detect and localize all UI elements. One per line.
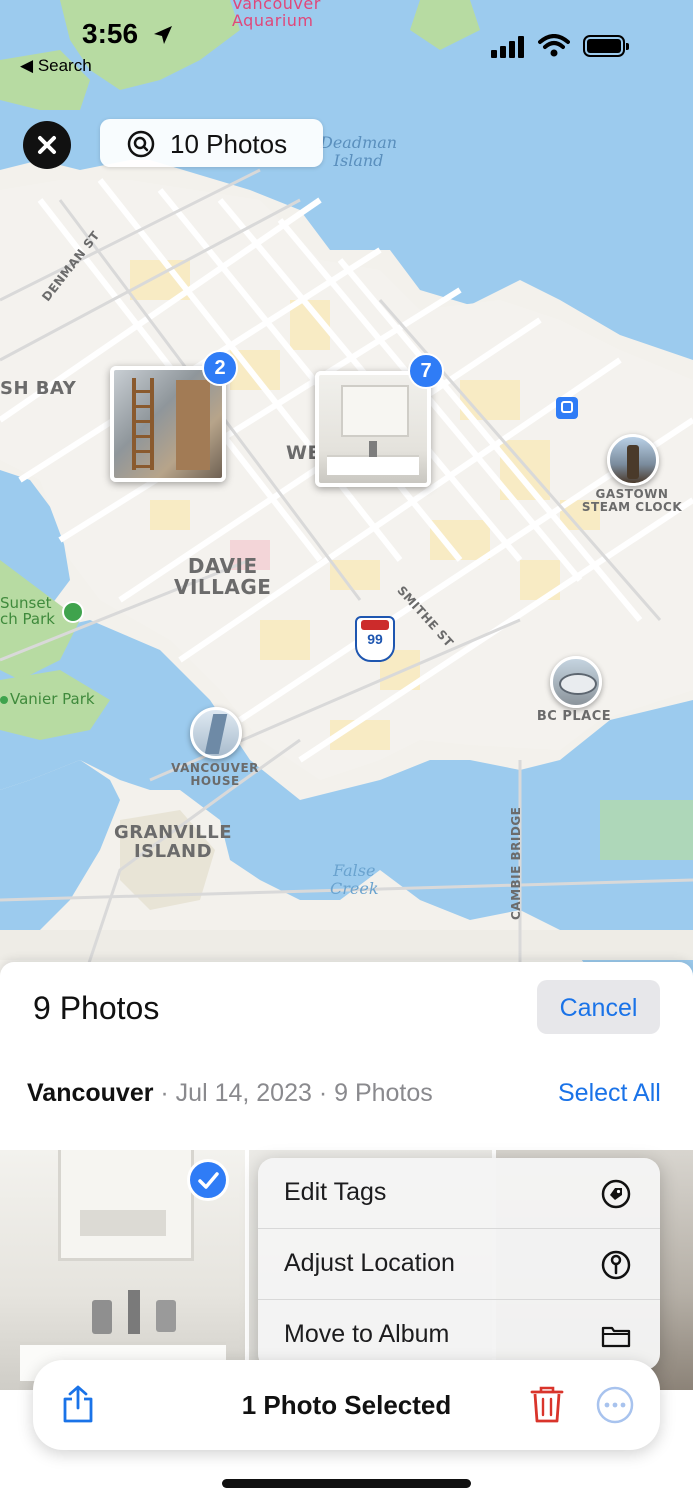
tower-shape	[204, 714, 228, 754]
vanier-park-label: Vanier Park	[0, 690, 95, 708]
sink-shape	[327, 455, 419, 475]
cabinet-shape	[341, 385, 409, 437]
cancel-label: Cancel	[559, 994, 638, 1022]
selection-toolbar: 1 Photo Selected	[33, 1360, 660, 1450]
vanhouse-line1: VANCOUVER	[171, 761, 259, 775]
highway-number: 99	[367, 631, 383, 647]
delete-button[interactable]	[529, 1384, 565, 1424]
search-photos-icon	[127, 130, 155, 158]
shelf-shape	[80, 1210, 166, 1236]
granville-line2: ISLAND	[133, 840, 213, 862]
bay-label: SH BAY	[0, 378, 77, 399]
door-shape	[176, 380, 210, 470]
photos-sheet: 9 Photos Cancel Vancouver · Jul 14, 2023…	[0, 962, 693, 1500]
gastown-line1: GASTOWN	[595, 487, 669, 501]
vanier-text: Vanier Park	[10, 690, 95, 708]
transit-station-icon	[556, 397, 578, 419]
false-creek-line2: Creek	[330, 878, 379, 898]
davie-line2: VILLAGE	[174, 575, 272, 599]
close-map-button[interactable]	[23, 121, 71, 169]
aquarium-label-line2: Aquarium	[232, 10, 314, 30]
gastown-label: GASTOWN STEAM CLOCK	[576, 488, 688, 513]
gastown-line2: STEAM CLOCK	[581, 499, 683, 514]
cluster-count-badge: 7	[408, 353, 444, 389]
steam-clock-shape	[627, 445, 639, 479]
close-icon	[38, 136, 56, 154]
group-location: Vancouver	[27, 1079, 154, 1107]
vanhouse-line2: HOUSE	[190, 773, 240, 788]
menu-item-edit-tags[interactable]: Edit Tags	[258, 1158, 660, 1229]
folder-icon	[601, 1326, 631, 1348]
highway-99-shield: 99	[355, 616, 395, 662]
group-meta: · Jul 14, 2023 · 9 Photos	[153, 1079, 433, 1107]
menu-item-adjust-location[interactable]: Adjust Location	[258, 1229, 660, 1300]
cluster-count-badge: 2	[202, 350, 238, 386]
aquarium-label: Vancouver Aquarium	[232, 0, 321, 30]
vancouver-house-photo-pin[interactable]	[190, 707, 242, 759]
battery-icon	[583, 35, 629, 57]
transit-train-shape	[561, 401, 573, 413]
cancel-button[interactable]: Cancel	[537, 980, 660, 1034]
cambie-bridge-label: CAMBIE BRIDGE	[509, 806, 523, 920]
photos-count-pill[interactable]: 10 Photos	[100, 119, 323, 167]
location-arrow-icon	[154, 26, 172, 44]
bc-place-label: BC PLACE	[536, 709, 612, 724]
photos-count-label: 10 Photos	[170, 129, 288, 159]
map-view[interactable]: Vancouver Aquarium Deadman Island DENMAN…	[0, 0, 693, 985]
location-pin-icon	[601, 1250, 631, 1280]
group-header: Vancouver · Jul 14, 2023 · 9 Photos	[27, 1079, 433, 1108]
select-all-button[interactable]: Select All	[558, 1079, 661, 1108]
back-label: Search	[37, 56, 92, 75]
menu-item-label: Adjust Location	[284, 1249, 455, 1277]
gastown-photo-pin[interactable]	[607, 434, 659, 486]
stadium-shape	[559, 673, 597, 695]
wifi-icon	[538, 34, 570, 57]
cellular-signal-icon	[491, 36, 524, 58]
deadman-label-line1: Deadman	[320, 133, 398, 152]
cup-shape	[156, 1300, 176, 1332]
granville-island-label: GRANVILLE ISLAND	[114, 823, 232, 862]
false-creek-line1: False	[333, 861, 376, 880]
check-glyph	[198, 1172, 219, 1189]
back-to-search-link[interactable]: ◀ Search	[20, 56, 92, 76]
faucet-shape	[128, 1290, 140, 1334]
bc-place-photo-pin[interactable]	[550, 656, 602, 708]
park-marker-icon	[62, 601, 84, 623]
soap-bottle-shape	[92, 1300, 112, 1334]
faucet-shape	[369, 441, 377, 457]
davie-village-label: DAVIE VILLAGE	[174, 556, 271, 598]
status-time: 3:56	[82, 18, 139, 49]
cabinet-shape	[58, 1150, 194, 1261]
tag-icon	[601, 1179, 631, 1209]
battery-fill	[587, 39, 621, 53]
menu-item-label: Edit Tags	[284, 1178, 387, 1206]
davie-line1: DAVIE	[187, 554, 258, 578]
vancouver-house-label: VANCOUVER HOUSE	[166, 762, 264, 787]
selected-count-label: 1 Photo Selected	[241, 1390, 452, 1420]
photo-cluster-construction[interactable]	[110, 366, 226, 482]
menu-item-label: Move to Album	[284, 1320, 450, 1348]
context-menu: Edit Tags Adjust Location Move to Album	[258, 1158, 660, 1370]
highway-shield-top	[361, 620, 389, 630]
vanier-park-dot-icon	[0, 696, 8, 704]
selected-checkmark-icon	[187, 1159, 229, 1201]
battery-cap	[626, 43, 629, 50]
ladder-shape	[132, 378, 154, 470]
more-options-button[interactable]	[595, 1385, 635, 1425]
deadman-label-line2: Island	[333, 150, 384, 170]
home-indicator	[222, 1479, 471, 1488]
false-creek-label: False Creek	[330, 862, 379, 897]
photo-cluster-bathroom[interactable]	[315, 371, 431, 487]
deadman-island-label: Deadman Island	[320, 134, 397, 169]
sunset-line2: ch Park	[0, 609, 55, 628]
sunset-park-label: Sunset ch Park	[0, 595, 55, 628]
sheet-title: 9 Photos	[33, 990, 160, 1026]
back-triangle-icon: ◀	[20, 56, 34, 75]
